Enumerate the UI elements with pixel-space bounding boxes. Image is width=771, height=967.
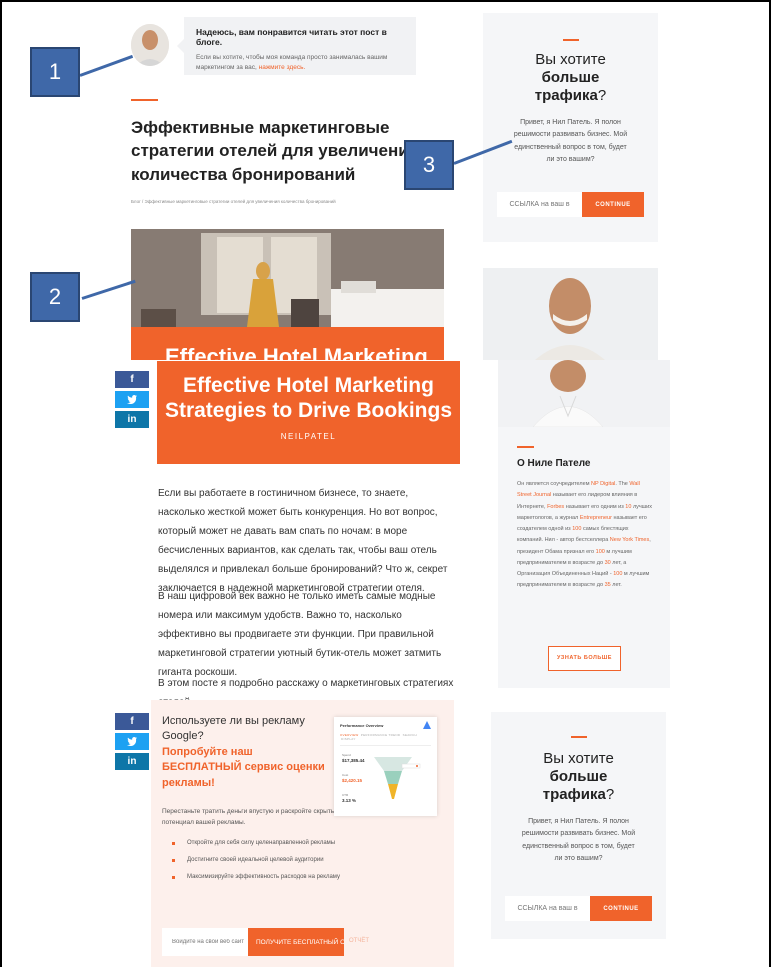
author-photo [498,360,670,427]
ads-report-preview: Performance Overview OVERVIEW PERFORMANC… [334,717,437,816]
preview-title: Performance Overview [340,723,384,728]
traffic-cta-bottom: Вы хотите больше трафика? Привет, я Нил … [491,712,666,939]
bio-highlight[interactable]: Forbes [547,504,564,510]
get-free-report-button[interactable]: ПОЛУЧИТЕ БЕСПЛАТНЫЙ ОТЧЁТ [248,928,344,956]
hero-brand: NEILPATEL [280,432,337,442]
title-accent-line [131,99,158,101]
preview-stat-value: $2,420.15 [342,778,363,783]
ad-question: Используете ли вы рекламу Google? [162,715,305,743]
cta-heading-line2: больше [541,69,600,86]
author-avatar [131,24,169,66]
author-note-title: Надеюсь, вам понравится читать этот пост… [196,27,387,47]
preview-stat-value: $17,385.44 [342,758,365,763]
ad-offer: Попробуйте наш БЕСПЛАТНЫЙ сервис оценки … [162,745,325,789]
cta-form: CONTINUE [497,192,644,217]
preview-stat-label: Cost [342,773,349,777]
website-input[interactable] [162,928,248,956]
twitter-icon [127,395,137,405]
traffic-cta-top: Вы хотите больше трафика? Привет, я Нил … [483,13,658,242]
bio-highlight[interactable]: New York Times [610,537,649,543]
author-note-text: Если вы хотите, чтобы моя команда просто… [196,54,388,71]
post-title: Эффективные маркетинговые стратегии отел… [131,118,419,184]
list-item: Откройте для себя силу целенаправленной … [162,839,342,848]
bio-highlight[interactable]: NP Digital [591,481,615,487]
hero-banner: Effective Hotel Marketing Strategies to … [157,361,460,464]
cta-text: Привет, я Нил Патель. Я полон решимости … [521,818,636,862]
callout-1: 1 [30,47,80,97]
facebook-share-button[interactable]: f [115,713,149,730]
hero-image: Effective Hotel Marketing [131,229,444,360]
cta-heading-line3: трафика? [534,87,607,104]
share-bar: f in [115,371,149,431]
ad-benefits: Откройте для себя силу целенаправленной … [162,839,443,883]
funnel-chart [374,757,421,799]
paragraph-1: Если вы работаете в гостиничном бизнесе,… [158,488,448,594]
about-title: О Ниле Пателе [517,458,591,469]
google-ads-icon [423,721,431,729]
author-photo-card [483,268,658,360]
paragraph-2: В наш цифровой век важно не только иметь… [158,591,442,678]
callout-2: 2 [30,272,80,322]
continue-button[interactable]: CONTINUE [582,192,644,217]
breadcrumb[interactable]: Блог / Эффективные маркетинговые стратег… [131,199,336,204]
bio-highlight[interactable]: Entrepreneur [580,515,612,521]
learn-more-button[interactable]: УЗНАТЬ БОЛЬШЕ [548,646,621,671]
callout-3: 3 [404,140,454,190]
cta-accent-line [562,39,579,41]
hero-title-line2: Strategies to Drive Bookings [164,398,453,422]
about-bio: Он является соучредителем NP Digital. Th… [517,479,654,592]
url-input[interactable] [497,192,582,217]
preview-stat-label: CTR [342,793,349,797]
list-item: Достигните своей идеальной целевой аудит… [162,856,342,865]
bio-highlight[interactable]: 100 [596,549,605,555]
facebook-share-button[interactable]: f [115,371,149,388]
cta-heading-line3: трафика? [542,786,615,803]
continue-button[interactable]: CONTINUE [590,896,652,921]
twitter-share-button[interactable] [115,733,149,750]
about-accent-line [517,446,534,448]
about-author: О Ниле Пателе Он является соучредителем … [498,360,670,688]
hero-title-line1: Effective Hotel Marketing [183,374,434,397]
bio-text: лет. [610,582,622,589]
linkedin-share-button[interactable]: in [115,753,149,770]
cta-heading-line1: Вы хотите [543,750,614,767]
cta-form: CONTINUE [505,896,652,921]
author-note: Надеюсь, вам понравится читать этот пост… [177,17,416,75]
cta-accent-line [570,736,587,738]
cta-text: Привет, я Нил Патель. Я полон решимости … [513,119,628,163]
bio-text: Он является соучредителем [517,481,592,487]
twitter-icon [127,737,137,747]
ad-button-ghost-text: ОТЧЁТ [349,938,370,944]
cta-heading-line2: больше [549,768,608,785]
cta-heading-line1: Вы хотите [535,51,606,68]
preview-stat-value: 3.13 % [342,798,357,803]
preview-stat-label: Spend [342,753,351,757]
bio-text: . The [615,481,630,487]
linkedin-share-button[interactable]: in [115,411,149,428]
twitter-share-button[interactable] [115,391,149,408]
ad-text: Перестаньте тратить деньги впустую и рас… [162,807,340,826]
bio-text: называет его одним из [564,503,626,510]
author-note-link[interactable]: нажмите здесь. [259,64,306,71]
preview-tabs: OVERVIEW PERFORMANCE TREND SEARCH DISPLA… [340,733,417,741]
google-ads-promo: Используете ли вы рекламу Google? Попроб… [151,700,454,967]
share-bar-2: f in [115,713,149,773]
hero-ghost-title: Effective Hotel Marketing [165,344,428,360]
list-item: Максимизируйте эффективность расходов на… [162,873,342,882]
ad-form: ПОЛУЧИТЕ БЕСПЛАТНЫЙ ОТЧЁТ [162,928,344,956]
url-input[interactable] [505,896,590,921]
